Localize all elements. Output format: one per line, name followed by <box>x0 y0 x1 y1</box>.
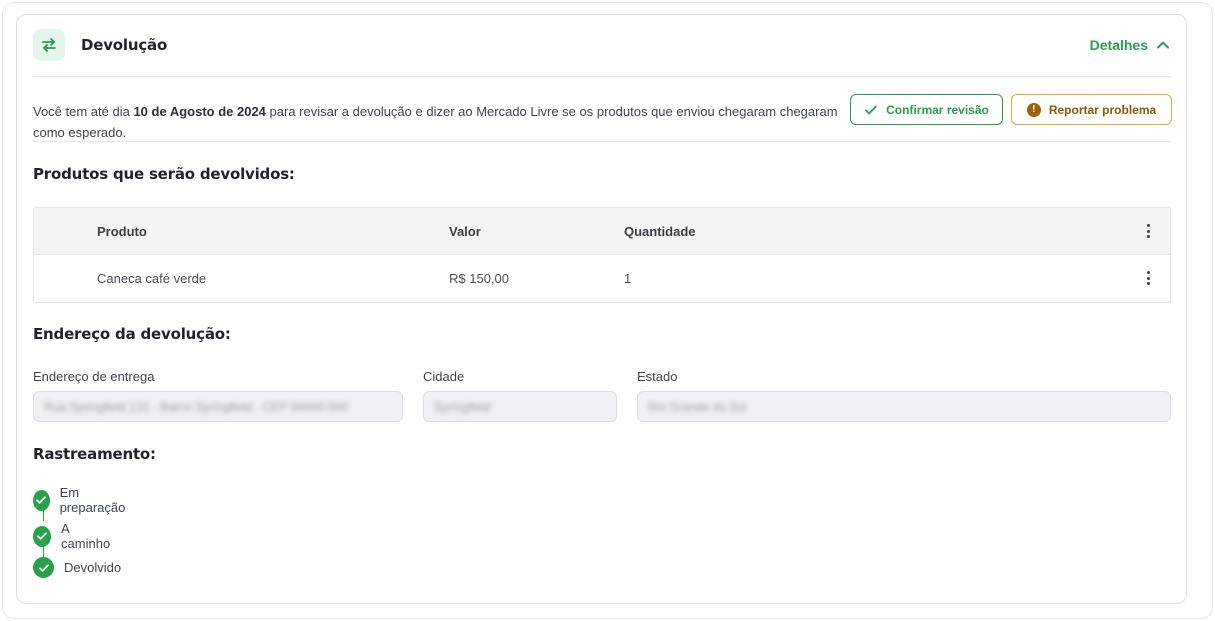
notice-deadline: 10 de Agosto de 2024 <box>133 104 266 119</box>
confirm-review-button[interactable]: Confirmar revisão <box>850 94 1003 125</box>
column-header-quantity: Quantidade <box>624 224 696 239</box>
tracking-section-title: Rastreamento: <box>33 445 156 463</box>
kebab-menu-icon[interactable] <box>1146 224 1150 238</box>
products-section-title: Produtos que serão devolvidos: <box>33 165 295 183</box>
details-toggle-button[interactable]: Detalhes <box>1090 37 1170 53</box>
tracking-step-label: Devolvido <box>64 560 122 575</box>
field-label-address: Endereço de entrega <box>33 369 155 384</box>
check-icon <box>865 105 878 114</box>
notice-text: Você tem até dia 10 de Agosto de 2024 pa… <box>33 101 839 143</box>
chevron-up-icon <box>1157 41 1169 49</box>
state-field[interactable]: Rio Grande do Sul <box>637 391 1171 422</box>
swap-arrows-icon <box>33 29 65 61</box>
address-field[interactable]: Rua Springfield 131 - Bairro Springfield… <box>33 391 403 422</box>
address-value: Rua Springfield 131 - Bairro Springfield… <box>44 399 348 414</box>
tracking-step: Devolvido <box>33 557 121 578</box>
cell-product: Caneca café verde <box>97 271 207 286</box>
field-label-city: Cidade <box>423 369 465 384</box>
check-circle-icon <box>33 557 54 578</box>
card-header: Devolução Detalhes <box>33 15 1170 77</box>
field-label-state: Estado <box>637 369 678 384</box>
cell-quantity: 1 <box>624 271 632 286</box>
details-label: Detalhes <box>1089 37 1148 53</box>
address-section-title: Endereço da devolução: <box>33 325 231 343</box>
products-table: Produto Valor Quantidade Caneca café ver… <box>33 207 1171 303</box>
card-title: Devolução <box>81 36 168 54</box>
tracking-step-label: Em preparação <box>59 485 126 515</box>
review-notice: Você tem até dia 10 de Agosto de 2024 pa… <box>33 77 1172 143</box>
confirm-review-label: Confirmar revisão <box>886 102 989 117</box>
tracking-step: Em preparação <box>33 485 130 515</box>
column-header-value: Valor <box>449 224 481 239</box>
column-header-product: Produto <box>97 224 147 239</box>
report-problem-label: Reportar problema <box>1048 102 1157 117</box>
warning-icon: ! <box>1026 102 1041 117</box>
notice-text-before: Você tem até dia <box>33 104 134 119</box>
state-value: Rio Grande do Sul <box>648 399 747 414</box>
report-problem-button[interactable]: ! Reportar problema <box>1011 94 1172 125</box>
table-header: Produto Valor Quantidade <box>34 208 1170 255</box>
check-circle-icon <box>33 525 52 547</box>
tracking-step-label: A caminho <box>61 521 111 551</box>
check-circle-icon <box>33 489 50 511</box>
city-value: Springfield <box>434 399 491 414</box>
return-card: Devolução Detalhes Você tem até dia 10 d… <box>16 14 1187 604</box>
table-row: Caneca café verde R$ 150,00 1 <box>34 255 1170 302</box>
kebab-menu-icon[interactable] <box>1146 271 1150 285</box>
cell-value: R$ 150,00 <box>449 271 509 286</box>
city-field[interactable]: Springfield <box>423 391 617 422</box>
tracking-step: A caminho <box>33 521 113 551</box>
